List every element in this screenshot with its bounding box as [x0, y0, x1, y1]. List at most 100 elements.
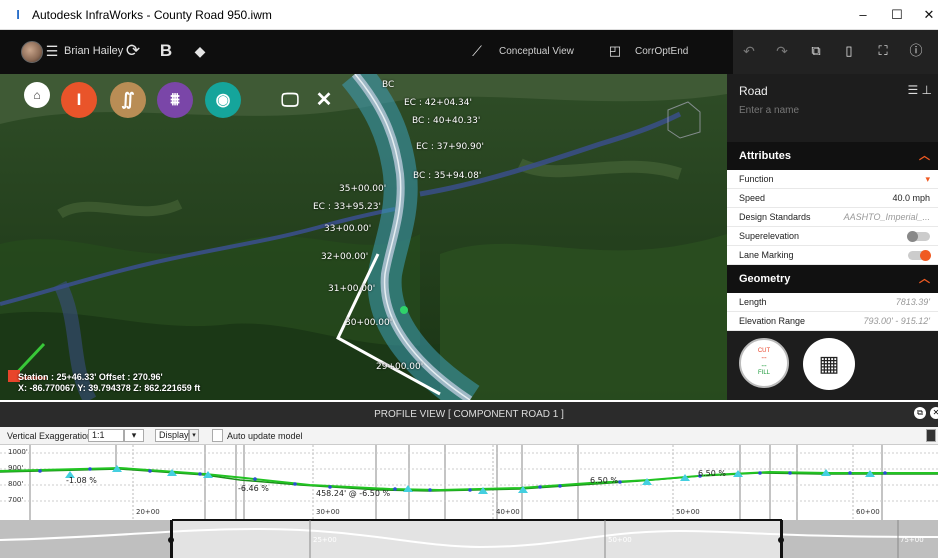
terrain-scene [0, 74, 727, 400]
main-toolbar: ☰ Brian Hailey ⟳ B ◆ ⟋ Conceptual View ◰… [0, 30, 938, 74]
drainage-design-icon[interactable]: ◉ [205, 82, 241, 118]
copy-icon[interactable]: ⧉ [805, 40, 827, 62]
lane-marking-toggle[interactable] [908, 250, 931, 261]
close-profile-icon[interactable]: ✕ [930, 407, 938, 419]
model-viewport[interactable]: ⌂ I ∬ ⩩ ◉ 🖵 ✕ BC EC : 42+04.34' BC : 40+… [0, 74, 727, 400]
station-tick-label: 35+00.00' [339, 184, 387, 194]
auto-update-label: Auto update model [227, 431, 303, 441]
presentation-icon[interactable]: 🖵 [272, 82, 308, 118]
alignment-label: BC : 35+94.08' [413, 171, 482, 181]
station-tick: 30+00 [316, 508, 340, 516]
attribute-label: Superelevation [739, 231, 800, 241]
nav-station-tick: 75+00 [900, 536, 924, 544]
profile-options-bar: Vertical Exaggeration 1:1 ▾ Display ▾ Au… [0, 427, 938, 445]
station-tick-label: 32+00.00' [321, 252, 369, 262]
pop-out-icon[interactable]: ⧉ [914, 407, 926, 419]
station-tick-label: 31+00.00' [328, 284, 376, 294]
view-mode-label[interactable]: Conceptual View [499, 46, 574, 57]
dropdown-arrow-icon[interactable]: ▾ [925, 170, 930, 189]
display-select[interactable]: Display [155, 429, 189, 442]
title-bar: I Autodesk InfraWorks - County Road 950.… [0, 0, 938, 30]
geometry-row-length: Length 7813.39' [727, 293, 938, 312]
auto-update-checkbox[interactable] [212, 429, 223, 442]
station-tick-label: 29+00.00' [376, 362, 424, 372]
avatar[interactable] [21, 41, 43, 63]
calculator-icon[interactable]: ▦ [803, 338, 855, 390]
alignment-label: EC : 42+04.34' [404, 98, 472, 108]
attribute-value[interactable]: 40.0 mph [892, 189, 930, 208]
attribute-row-function[interactable]: Function ▾ [727, 170, 938, 189]
attributes-section-header[interactable]: Attributes ︿ [727, 142, 938, 170]
visual-style-icon[interactable]: ⟋ [466, 40, 488, 62]
cut-fill-button[interactable]: CUT -- -- FILL [739, 338, 789, 388]
app-window: I Autodesk InfraWorks - County Road 950.… [0, 0, 938, 558]
profile-header: PROFILE VIEW [ COMPONENT ROAD 1 ] [0, 402, 938, 427]
geometry-label: Length [739, 297, 767, 307]
attributes-header-label: Attributes [739, 150, 791, 162]
properties-panel: Road ☰ ⊥ Enter a name Attributes ︿ Funct… [727, 74, 938, 400]
user-menu-icon[interactable]: ☰ [41, 40, 63, 62]
chevron-down-icon[interactable]: ▾ [189, 429, 199, 442]
settings-tools-icon[interactable]: ✕ [306, 82, 342, 118]
model-cube-icon[interactable]: ◆ [189, 40, 211, 62]
proposal-icon[interactable]: ◰ [604, 40, 626, 62]
help-icon[interactable]: ⓘ [905, 40, 927, 62]
superelevation-toggle[interactable] [907, 231, 930, 242]
bridge-design-icon[interactable]: ⩩ [157, 82, 193, 118]
undo-icon[interactable]: ↶ [738, 40, 760, 62]
close-button[interactable]: ✕ [910, 0, 938, 30]
profile-chart[interactable] [0, 445, 938, 558]
toolbar-right-group: ↶ ↷ ⧉ ▯ ⛶ ⓘ [733, 30, 938, 74]
redo-icon[interactable]: ↷ [771, 40, 793, 62]
user-name[interactable]: Brian Hailey [64, 45, 123, 57]
attribute-row-superelevation[interactable]: Superelevation [727, 227, 938, 246]
proposal-label[interactable]: CorrOptEnd [635, 46, 688, 57]
attribute-label: Lane Marking [739, 250, 794, 260]
grade-label: 6.50 % [698, 469, 726, 478]
geometry-header-label: Geometry [739, 273, 791, 285]
alignment-label: EC : 33+95.23' [313, 202, 381, 212]
panel-title: Road [739, 84, 768, 98]
grade-label: 458.24' @ -6.50 % [316, 489, 391, 498]
chevron-down-icon[interactable]: ▾ [124, 429, 144, 442]
station-tick: 40+00 [496, 508, 520, 516]
roadway-design-icon[interactable]: ∬ [110, 82, 146, 118]
elevation-tick: 900' [8, 464, 24, 472]
alignment-label: BC : 40+40.33' [412, 116, 481, 126]
attribute-row-design-standards[interactable]: Design Standards AASHTO_Imperial_... [727, 208, 938, 227]
attribute-label: Design Standards [739, 212, 811, 222]
collapse-chevron-icon[interactable]: ︿ [919, 142, 930, 170]
fullscreen-icon[interactable]: ⛶ [872, 40, 894, 62]
elevation-tick: 800' [8, 480, 24, 488]
coordinate-readout: X: -86.770067 Y: 39.794378 Z: 862.221659… [18, 383, 201, 393]
panel-menu-icon[interactable]: ☰ ⊥ [907, 83, 932, 97]
station-readout: Station : 25+46.33' Offset : 270.96' [18, 372, 163, 382]
name-input[interactable]: Enter a name [739, 105, 799, 116]
create-roads-icon[interactable]: I [61, 82, 97, 118]
attribute-value[interactable]: AASHTO_Imperial_... [844, 208, 930, 227]
nav-station-tick: 50+00 [608, 536, 632, 544]
attribute-row-lane-marking[interactable]: Lane Marking [727, 246, 938, 265]
window-title: Autodesk InfraWorks - County Road 950.iw… [32, 7, 272, 22]
station-tick-label: 33+00.00' [324, 224, 372, 234]
station-tick: 60+00 [856, 508, 880, 516]
lock-icon[interactable] [926, 429, 936, 442]
attribute-label: Speed [739, 193, 766, 203]
geometry-row-elevation-range: Elevation Range 793.00' - 915.12' [727, 312, 938, 331]
collapse-chevron-icon[interactable]: ︿ [919, 265, 930, 293]
geometry-value: 793.00' - 915.12' [863, 316, 931, 326]
attribute-row-speed[interactable]: Speed 40.0 mph [727, 189, 938, 208]
geometry-section-header[interactable]: Geometry ︿ [727, 265, 938, 293]
minimize-button[interactable]: – [844, 0, 882, 30]
profile-view: PROFILE VIEW [ COMPONENT ROAD 1 ] ⧉ ✕ Ve… [0, 400, 938, 558]
fill-label: FILL [757, 370, 770, 376]
sync-icon[interactable]: ⟳ [122, 40, 144, 62]
grade-label: -6.46 % [238, 484, 269, 493]
bim360-icon[interactable]: B [155, 40, 177, 62]
vertical-exaggeration-select[interactable]: 1:1 [88, 429, 124, 442]
grade-label: -1.08 % [66, 476, 97, 485]
home-icon[interactable]: ⌂ [24, 82, 50, 108]
station-tick: 20+00 [136, 508, 160, 516]
profile-title: PROFILE VIEW [ COMPONENT ROAD 1 ] [374, 409, 564, 420]
book-icon[interactable]: ▯ [838, 40, 860, 62]
